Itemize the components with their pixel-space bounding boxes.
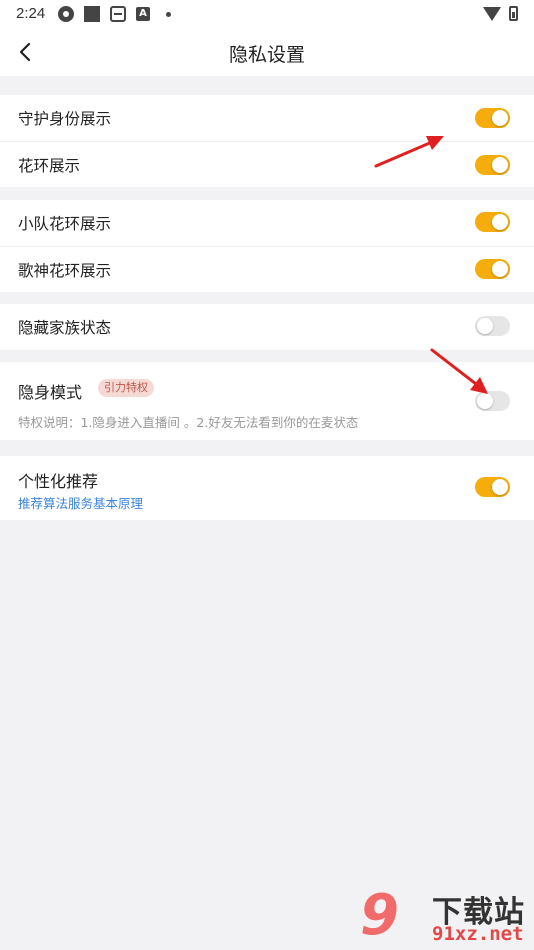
- privilege-description: 特权说明：1.隐身进入直播间 。2.好友无法看到你的在麦状态: [18, 415, 359, 430]
- recommendation-label: 个性化推荐: [18, 472, 99, 491]
- wifi-icon: [483, 6, 501, 21]
- setting-row-hide-family: 隐藏家族状态: [0, 304, 534, 350]
- hide-family-toggle[interactable]: [475, 316, 510, 336]
- status-notification-icons: A: [58, 6, 181, 22]
- more-notifications-dot-icon: [166, 11, 171, 17]
- setting-label: 守护身份展示: [18, 110, 112, 128]
- stealth-mode-label: 隐身模式: [18, 383, 83, 402]
- square-app-icon: [84, 6, 100, 22]
- team-garland-toggle[interactable]: [475, 212, 510, 232]
- setting-label: 小队花环展示: [18, 215, 112, 233]
- toggle-knob: [492, 479, 508, 495]
- setting-label: 隐藏家族状态: [18, 319, 112, 337]
- setting-row-guardian-identity: 守护身份展示: [0, 95, 534, 141]
- status-system-icons: [483, 6, 518, 21]
- toggle-knob: [492, 261, 508, 277]
- toggle-knob: [477, 393, 493, 409]
- setting-row-garland: 花环展示: [0, 141, 534, 187]
- stealth-mode-toggle[interactable]: [475, 391, 510, 411]
- recommendation-toggle[interactable]: [475, 477, 510, 497]
- setting-label: 歌神花环展示: [18, 262, 112, 280]
- watermark-logo: 9: [360, 883, 399, 948]
- aperture-icon: [58, 6, 74, 22]
- guardian-identity-toggle[interactable]: [475, 108, 510, 128]
- settings-group-display: 守护身份展示 花环展示: [0, 95, 534, 187]
- settings-group-recommendation: 个性化推荐 推荐算法服务基本原理: [0, 456, 534, 520]
- algorithm-principle-link[interactable]: 推荐算法服务基本原理: [18, 493, 143, 512]
- toggle-knob: [492, 157, 508, 173]
- battery-icon: [509, 6, 518, 21]
- setting-row-team-garland: 小队花环展示: [0, 200, 534, 246]
- settings-group-family: 隐藏家族状态: [0, 304, 534, 350]
- site-watermark: 9 下载站 91xz.net: [360, 885, 530, 947]
- page-title: 隐私设置: [228, 44, 305, 66]
- singer-garland-toggle[interactable]: [475, 259, 510, 279]
- setting-row-singer-garland: 歌神花环展示: [0, 246, 534, 292]
- toggle-knob: [492, 214, 508, 230]
- settings-group-stealth: 隐身模式 引力特权 特权说明：1.隐身进入直播间 。2.好友无法看到你的在麦状态: [0, 362, 534, 440]
- status-time: 2:24: [16, 5, 46, 22]
- watermark-site-url: 91xz.net: [432, 923, 524, 945]
- setting-label: 花环展示: [18, 157, 81, 175]
- setting-row-recommendation: 个性化推荐 推荐算法服务基本原理: [0, 456, 534, 520]
- app-header: 隐私设置: [0, 28, 534, 76]
- inbox-icon: [110, 6, 126, 22]
- setting-row-stealth: 隐身模式 引力特权 特权说明：1.隐身进入直播间 。2.好友无法看到你的在麦状态: [0, 362, 534, 440]
- letter-a-icon: A: [136, 7, 150, 21]
- privilege-badge: 引力特权: [98, 379, 154, 397]
- toggle-knob: [492, 110, 508, 126]
- toggle-knob: [477, 318, 493, 334]
- garland-toggle[interactable]: [475, 155, 510, 175]
- settings-group-team: 小队花环展示 歌神花环展示: [0, 200, 534, 292]
- status-bar: 2:24 A: [0, 0, 534, 28]
